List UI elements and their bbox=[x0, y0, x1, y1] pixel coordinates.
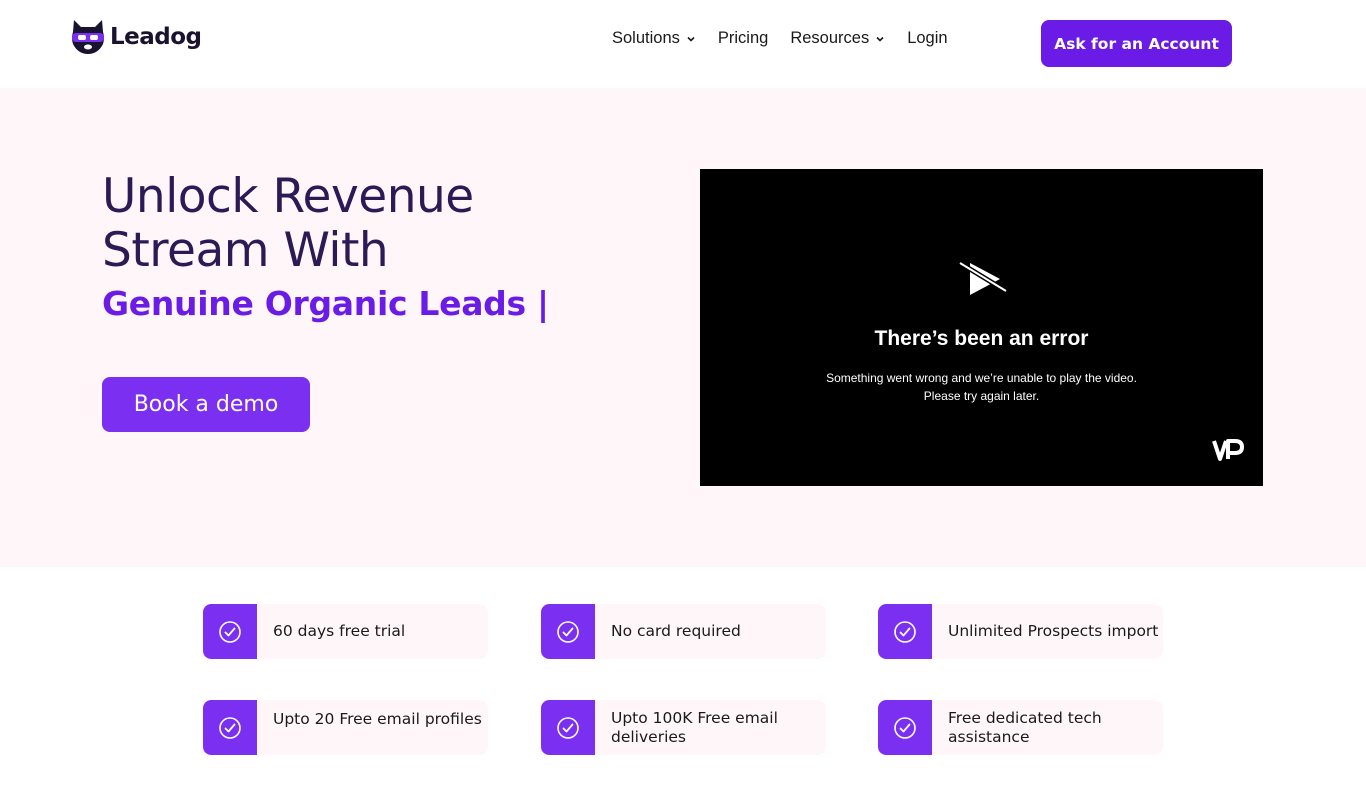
feature-card: 60 days free trial bbox=[203, 604, 488, 659]
chevron-down-icon bbox=[687, 36, 695, 42]
nav-item-pricing[interactable]: Pricing bbox=[718, 29, 768, 48]
nav-item-resources[interactable]: Resources bbox=[790, 29, 885, 48]
book-demo-button[interactable]: Book a demo bbox=[102, 377, 310, 432]
feature-text: 60 days free trial bbox=[273, 622, 406, 640]
feature-card: Upto 20 Free email profiles bbox=[203, 700, 488, 755]
main-nav: Solutions Pricing Resources Login bbox=[612, 26, 970, 50]
check-icon-box bbox=[203, 700, 257, 755]
feature-card: Unlimited Prospects import bbox=[878, 604, 1163, 659]
hero-title: Unlock Revenue Stream With bbox=[102, 170, 662, 278]
nav-item-label: Pricing bbox=[717, 28, 769, 47]
check-circle-icon bbox=[894, 716, 916, 739]
nav-item-label: Login bbox=[907, 28, 948, 47]
hero-subtitle: Genuine Organic Leads | bbox=[102, 284, 549, 323]
check-icon-box bbox=[541, 700, 595, 755]
nav-item-login[interactable]: Login bbox=[907, 29, 947, 48]
ask-for-account-button[interactable]: Ask for an Account bbox=[1041, 20, 1232, 67]
check-icon-box bbox=[878, 700, 932, 755]
nav-item-solutions[interactable]: Solutions bbox=[612, 29, 696, 48]
check-circle-icon bbox=[557, 620, 579, 643]
feature-text: Free dedicated tech assistance bbox=[948, 708, 1102, 746]
feature-card: Upto 100K Free email deliveries bbox=[541, 700, 826, 755]
site-header: Leadog Solutions Pricing Resources Login… bbox=[0, 0, 1366, 88]
video-player-logo-icon bbox=[1212, 439, 1244, 461]
feature-text: Upto 20 Free email profiles bbox=[273, 710, 482, 728]
video-error-message: Something went wrong and we’re unable to… bbox=[700, 369, 1263, 405]
feature-text: Upto 100K Free email deliveries bbox=[611, 708, 778, 746]
video-player[interactable]: There’s been an error Something went wro… bbox=[700, 169, 1263, 486]
logo-text: Leadog bbox=[110, 24, 202, 50]
check-icon-box bbox=[203, 604, 257, 659]
hero-title-line: Stream With bbox=[102, 223, 389, 278]
check-circle-icon bbox=[894, 620, 916, 643]
feature-text: No card required bbox=[611, 622, 741, 640]
hero-section: Unlock Revenue Stream With Genuine Organ… bbox=[0, 88, 1366, 567]
video-error-line: Something went wrong and we’re unable to… bbox=[826, 371, 1137, 385]
feature-card: No card required bbox=[541, 604, 826, 659]
video-error-title: There’s been an error bbox=[874, 327, 1089, 350]
check-icon-box bbox=[541, 604, 595, 659]
logo[interactable]: Leadog bbox=[70, 18, 202, 56]
check-circle-icon bbox=[557, 716, 579, 739]
dog-logo-icon bbox=[72, 20, 104, 54]
video-error-line: Please try again later. bbox=[923, 389, 1040, 403]
nav-item-label: Solutions bbox=[612, 28, 680, 47]
check-icon-box bbox=[878, 604, 932, 659]
video-unavailable-icon bbox=[958, 260, 1008, 295]
chevron-down-icon bbox=[876, 36, 884, 42]
check-circle-icon bbox=[219, 620, 241, 643]
features-section: 60 days free trial No card required Unli… bbox=[0, 567, 1366, 800]
hero-title-line: Unlock Revenue bbox=[102, 169, 474, 224]
feature-text: Unlimited Prospects import bbox=[948, 622, 1159, 640]
nav-item-label: Resources bbox=[790, 28, 870, 47]
feature-card: Free dedicated tech assistance bbox=[878, 700, 1163, 755]
check-circle-icon bbox=[219, 716, 241, 739]
